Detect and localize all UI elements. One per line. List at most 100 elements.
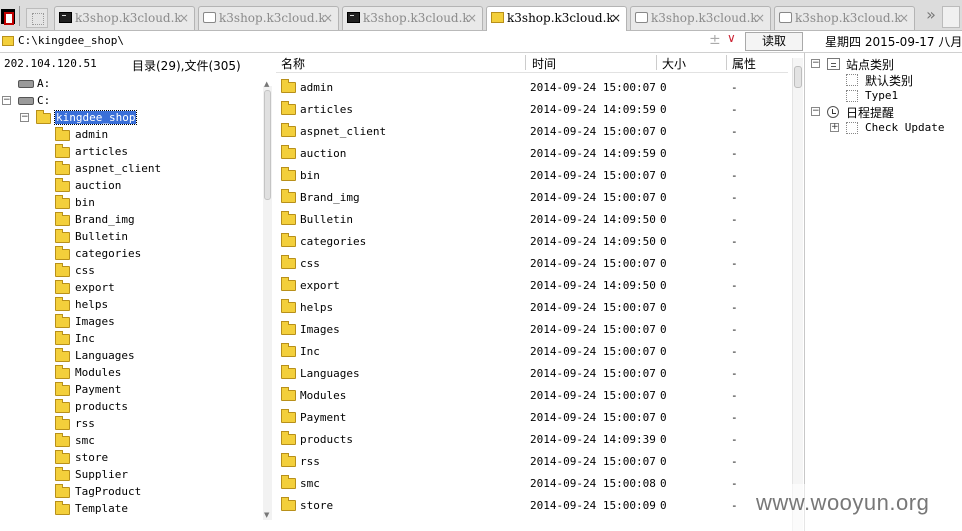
bookmark-add-icon[interactable]: ±	[709, 32, 721, 48]
file-row[interactable]: Modules 2014-09-24 15:00:07 0 -	[276, 384, 788, 406]
file-row[interactable]: css 2014-09-24 15:00:07 0 -	[276, 252, 788, 274]
folder-icon	[281, 387, 296, 401]
tree-folder-item[interactable]: articles	[0, 144, 200, 161]
tab-1[interactable]: k3shop.k3cloud.k ×	[54, 6, 195, 30]
file-list-scrollbar-thumb[interactable]	[794, 66, 802, 88]
column-time[interactable]: 时间	[532, 55, 556, 72]
file-row[interactable]: store 2014-09-24 15:00:09 0 -	[276, 494, 788, 516]
site-category-default[interactable]: 默认类别	[806, 72, 956, 88]
tree-drive-a[interactable]: A:	[0, 76, 120, 93]
file-row[interactable]: rss 2014-09-24 15:00:07 0 -	[276, 450, 788, 472]
file-row[interactable]: Payment 2014-09-24 15:00:07 0 -	[276, 406, 788, 428]
tab-6[interactable]: k3shop.k3cloud.k ×	[774, 6, 915, 30]
app-logo-icon[interactable]	[1, 9, 15, 25]
column-divider[interactable]	[726, 55, 727, 70]
tab-5[interactable]: k3shop.k3cloud.k ×	[630, 6, 771, 30]
new-tab-button[interactable]	[26, 8, 48, 28]
tree-folder-item[interactable]: bin	[0, 195, 200, 212]
file-row[interactable]: products 2014-09-24 14:09:39 0 -	[276, 428, 788, 450]
scroll-up-icon[interactable]: ▲	[264, 80, 269, 88]
tree-folder-item[interactable]: Payment	[0, 382, 200, 399]
tab-4[interactable]: k3shop.k3cloud.k ×	[486, 6, 627, 31]
tree-drive-c[interactable]: − C:	[0, 93, 120, 110]
column-name[interactable]: 名称	[281, 55, 305, 72]
collapse-icon[interactable]: −	[811, 107, 820, 116]
tree-folder-item[interactable]: Template	[0, 501, 200, 518]
path-input[interactable]: C:\kingdee_shop\	[18, 34, 124, 47]
file-row[interactable]: Inc 2014-09-24 15:00:07 0 -	[276, 340, 788, 362]
file-row[interactable]: Bulletin 2014-09-24 14:09:50 0 -	[276, 208, 788, 230]
collapse-icon[interactable]: −	[2, 96, 11, 105]
tab-overflow-button[interactable]	[942, 6, 960, 28]
file-time: 2014-09-24 14:09:59	[530, 147, 656, 160]
read-button[interactable]: 读取	[745, 32, 803, 51]
tab-scroll-right-icon[interactable]: »	[920, 4, 942, 28]
scroll-down-icon[interactable]: ▼	[264, 511, 269, 519]
column-size[interactable]: 大小	[662, 55, 686, 72]
file-row[interactable]: Images 2014-09-24 15:00:07 0 -	[276, 318, 788, 340]
item-checkbox[interactable]	[846, 90, 858, 102]
site-category-type1[interactable]: Type1	[806, 88, 956, 104]
tree-folder-item[interactable]: auction	[0, 178, 200, 195]
tab-close-icon[interactable]: ×	[467, 11, 477, 25]
tree-folder-item[interactable]: Languages	[0, 348, 200, 365]
file-row[interactable]: smc 2014-09-24 15:00:08 0 -	[276, 472, 788, 494]
item-checkbox[interactable]	[846, 122, 858, 134]
file-row[interactable]: export 2014-09-24 14:09:50 0 -	[276, 274, 788, 296]
file-row[interactable]: admin 2014-09-24 15:00:07 0 -	[276, 76, 788, 98]
tab-close-icon[interactable]: ×	[899, 11, 909, 25]
tree-folder-item[interactable]: Brand_img	[0, 212, 200, 229]
file-time: 2014-09-24 15:00:07	[530, 323, 656, 336]
tree-folder-item[interactable]: Images	[0, 314, 200, 331]
column-divider[interactable]	[656, 55, 657, 70]
reminder-check-update[interactable]: + Check Update	[806, 120, 956, 136]
column-divider[interactable]	[525, 55, 526, 70]
tree-folder-item[interactable]: Inc	[0, 331, 200, 348]
tree-folder-item[interactable]: Modules	[0, 365, 200, 382]
folder-icon	[281, 211, 296, 225]
file-row[interactable]: Languages 2014-09-24 15:00:07 0 -	[276, 362, 788, 384]
tree-folder-item[interactable]: css	[0, 263, 200, 280]
tree-folder-item[interactable]: Bulletin	[0, 229, 200, 246]
panel-divider[interactable]	[804, 53, 805, 531]
tree-folder-item[interactable]: admin	[0, 127, 200, 144]
tree-folder-item[interactable]: helps	[0, 297, 200, 314]
tab-3[interactable]: k3shop.k3cloud.k ×	[342, 6, 483, 30]
file-row[interactable]: articles 2014-09-24 14:09:59 0 -	[276, 98, 788, 120]
item-checkbox[interactable]	[846, 74, 858, 86]
tree-folder-item[interactable]: export	[0, 280, 200, 297]
tree-folder-root[interactable]: − kingdee_shop	[0, 110, 200, 127]
tab-label: k3shop.k3cloud.k	[363, 11, 470, 25]
tree-folder-item[interactable]: Supplier	[0, 467, 200, 484]
file-name: articles	[300, 103, 353, 116]
expand-icon[interactable]: +	[830, 123, 839, 132]
tree-folder-item[interactable]: rss	[0, 416, 200, 433]
file-row[interactable]: auction 2014-09-24 14:09:59 0 -	[276, 142, 788, 164]
collapse-icon[interactable]: −	[20, 113, 29, 122]
tab-2[interactable]: k3shop.k3cloud.k ×	[198, 6, 339, 30]
file-row[interactable]: aspnet_client 2014-09-24 15:00:07 0 -	[276, 120, 788, 142]
tab-close-icon[interactable]: ×	[755, 11, 765, 25]
tab-close-icon[interactable]: ×	[611, 11, 621, 25]
file-list-scrollbar[interactable]	[792, 58, 803, 531]
tree-folder-item[interactable]: smc	[0, 433, 200, 450]
tree-folder-item[interactable]: store	[0, 450, 200, 467]
tree-scrollbar-thumb[interactable]	[264, 90, 271, 200]
file-row[interactable]: categories 2014-09-24 14:09:50 0 -	[276, 230, 788, 252]
reminder-node[interactable]: − 日程提醒	[806, 104, 956, 120]
collapse-icon[interactable]: −	[811, 59, 820, 68]
tree-folder-item[interactable]: categories	[0, 246, 200, 263]
tab-close-icon[interactable]: ×	[323, 11, 333, 25]
file-name: store	[300, 499, 334, 512]
tree-folder-item[interactable]: TagProduct	[0, 484, 200, 501]
tree-folder-item[interactable]: aspnet_client	[0, 161, 200, 178]
file-row[interactable]: helps 2014-09-24 15:00:07 0 -	[276, 296, 788, 318]
column-attr[interactable]: 属性	[732, 55, 756, 72]
tree-folder-item[interactable]: products	[0, 399, 200, 416]
tab-close-icon[interactable]: ×	[179, 11, 189, 25]
file-row[interactable]: Brand_img 2014-09-24 15:00:07 0 -	[276, 186, 788, 208]
path-dropdown-icon[interactable]: ∨	[727, 31, 736, 45]
file-row[interactable]: bin 2014-09-24 15:00:07 0 -	[276, 164, 788, 186]
site-category-node[interactable]: − 站点类别	[806, 56, 956, 72]
tree-label: C:	[37, 94, 51, 107]
